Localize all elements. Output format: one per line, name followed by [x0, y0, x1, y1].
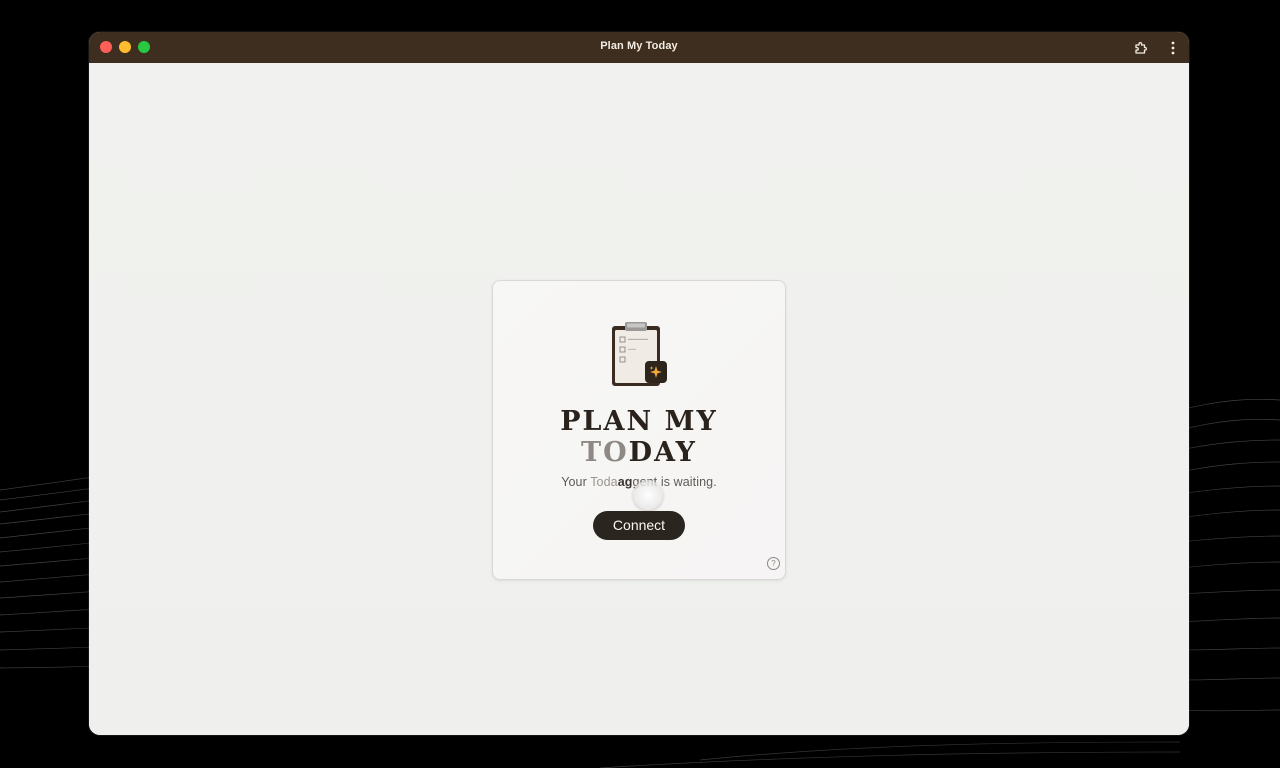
titlebar: Plan My Today	[89, 32, 1189, 63]
mouse-cursor-indicator	[633, 480, 663, 510]
connect-button[interactable]: Connect	[593, 511, 685, 540]
clipboard-sparkle-icon	[612, 322, 667, 386]
extension-icon[interactable]	[1132, 39, 1150, 57]
more-vertical-icon[interactable]	[1164, 39, 1182, 57]
desktop: Plan My Today PLAN MY TODAY Your Todaagg…	[0, 0, 1280, 768]
headline-line-1: PLAN MY	[560, 406, 718, 437]
subtitle-faded: Toda	[590, 475, 618, 489]
app-window: Plan My Today PLAN MY TODAY Your Todaagg…	[89, 32, 1189, 735]
connect-card: PLAN MY TODAY Your Todaaggent is waiting…	[492, 280, 786, 580]
subtitle-dark: ag	[617, 475, 633, 489]
help-icon[interactable]: ?	[767, 557, 780, 570]
headline-rest-part: DAY	[628, 437, 697, 468]
app-headline: PLAN MY TODAY	[493, 406, 785, 468]
headline-faded-part: TO	[581, 437, 629, 468]
headline-line-2: TODAY	[493, 437, 785, 468]
subtitle-start: Your	[561, 475, 591, 489]
main-content: PLAN MY TODAY Your Todaaggent is waiting…	[89, 63, 1189, 735]
window-title: Plan My Today	[600, 40, 678, 52]
